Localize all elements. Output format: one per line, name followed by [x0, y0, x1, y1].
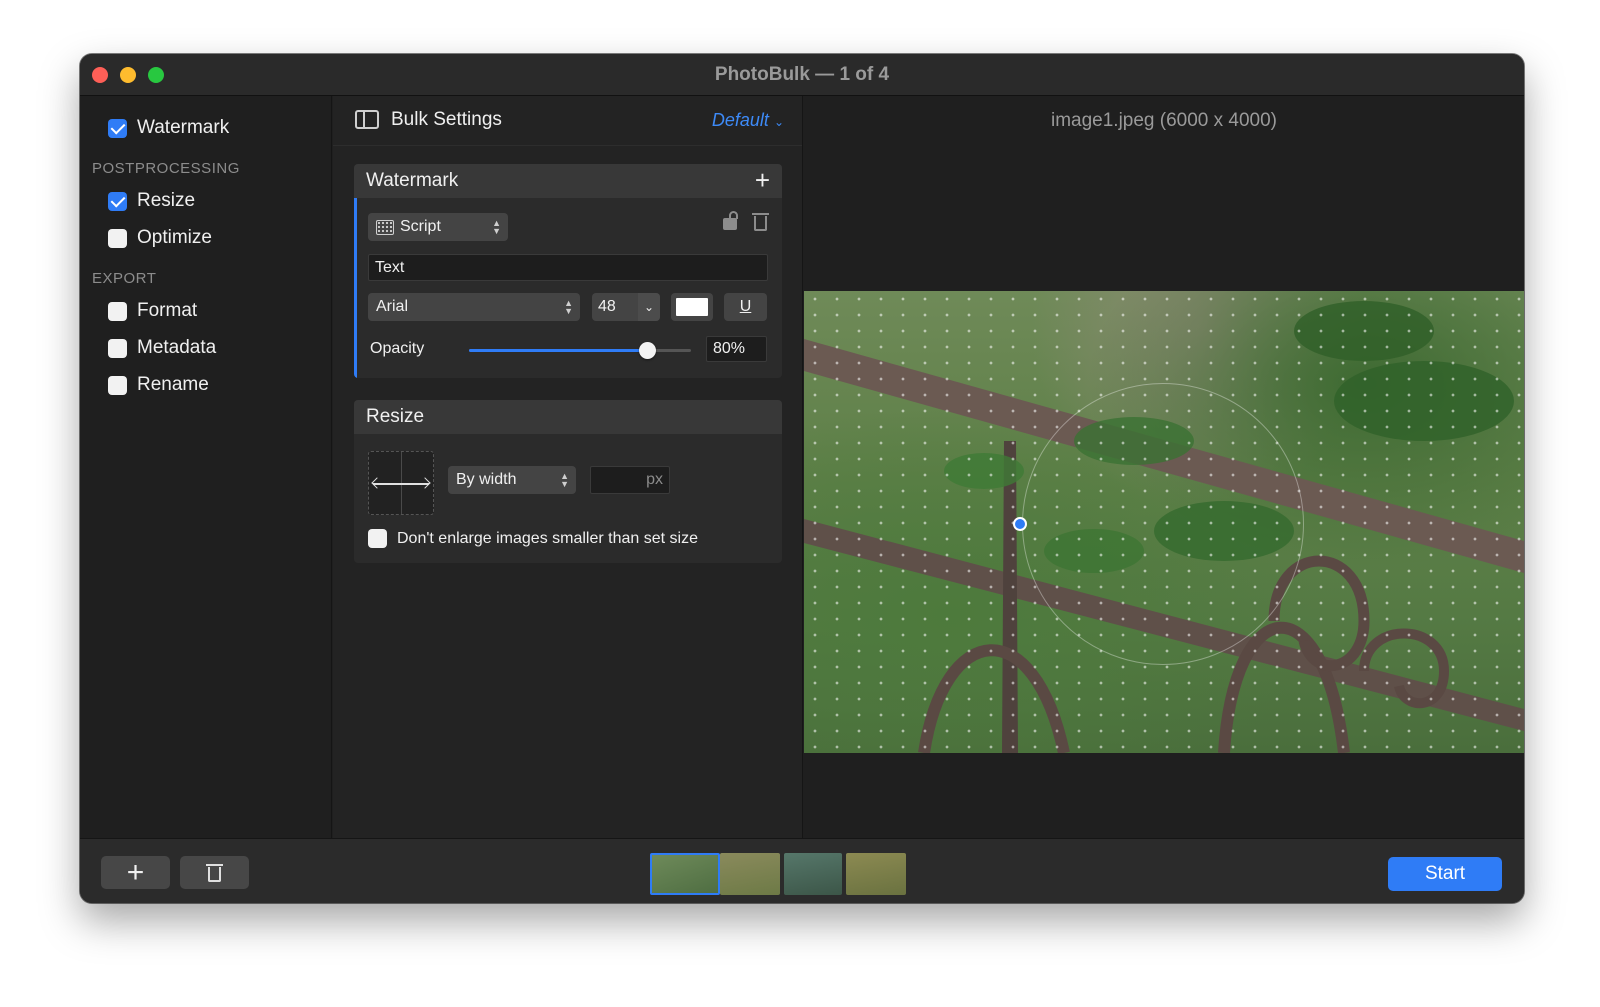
settings-title: Bulk Settings [391, 109, 502, 130]
remove-images-button[interactable] [180, 856, 249, 889]
format-checkbox[interactable] [108, 301, 127, 321]
opacity-value-field[interactable]: 80% [706, 336, 767, 362]
watermark-card-title: Watermark [366, 170, 459, 191]
watermark-position-handle[interactable] [1013, 517, 1027, 531]
chevron-down-icon: ⌄ [773, 115, 784, 129]
watermark-card: Watermark + Script ▲ ▼ Text Arial ▲ ▼ 48… [354, 164, 782, 378]
sidebar-item-metadata[interactable]: Metadata [108, 335, 216, 361]
no-enlarge-option[interactable]: Don't enlarge images smaller than set si… [368, 529, 698, 548]
underline-label: U [739, 298, 752, 315]
sidebar-item-label: Watermark [137, 117, 230, 138]
no-enlarge-label: Don't enlarge images smaller than set si… [397, 529, 698, 547]
preview-filename: image1.jpeg (6000 x 4000) [1050, 110, 1278, 131]
updown-arrows-icon: ▲ ▼ [560, 471, 569, 489]
add-images-button[interactable]: + [101, 856, 170, 889]
opacity-value: 80% [713, 340, 746, 357]
font-size-value: 48 [598, 298, 616, 315]
sidebar-toggle-icon[interactable] [355, 110, 379, 129]
sidebar: Watermark POSTPROCESSING Resize Optimize… [80, 96, 332, 838]
opacity-slider-knob[interactable] [638, 342, 656, 359]
optimize-checkbox[interactable] [108, 228, 127, 248]
updown-arrows-icon: ▲ ▼ [564, 298, 573, 316]
thumbnail-4[interactable] [846, 853, 906, 895]
bottom-toolbar: + Start [80, 838, 1524, 903]
sidebar-item-label: Metadata [137, 337, 217, 358]
sidebar-item-rename[interactable]: Rename [108, 372, 209, 398]
thumbnail-3[interactable] [784, 853, 842, 895]
script-icon [376, 219, 394, 235]
resize-mode-label: By width [456, 471, 517, 488]
sidebar-item-optimize[interactable]: Optimize [108, 225, 212, 251]
font-select[interactable]: Arial ▲ ▼ [368, 293, 580, 321]
trash-icon[interactable] [752, 213, 769, 231]
add-watermark-button[interactable]: + [755, 167, 770, 193]
start-button[interactable]: Start [1388, 857, 1502, 891]
opacity-slider-fill [469, 349, 647, 352]
resize-card-header: Resize [354, 400, 782, 434]
sidebar-item-label: Resize [137, 190, 196, 211]
opacity-slider[interactable] [469, 342, 691, 359]
trash-icon [206, 864, 223, 882]
color-swatch [676, 298, 708, 316]
watermark-type-select[interactable]: Script ▲ ▼ [368, 213, 508, 241]
thumbnail-2[interactable] [720, 853, 780, 895]
thumbnail-1[interactable] [650, 853, 720, 895]
watermark-text-input[interactable]: Text [368, 254, 768, 281]
font-size-combo[interactable]: 48 ⌄ [592, 293, 660, 321]
settings-header: Bulk Settings Default ⌄ [333, 96, 802, 146]
resize-mode-select[interactable]: By width ▲ ▼ [448, 466, 576, 494]
watermark-type-label: Script [400, 218, 441, 235]
sidebar-item-format[interactable]: Format [108, 298, 197, 324]
section-title-export: EXPORT [92, 270, 157, 287]
rename-checkbox[interactable] [108, 375, 127, 395]
sidebar-item-label: Rename [137, 374, 209, 395]
watermark-layer: Script ▲ ▼ Text Arial ▲ ▼ 48 ⌄ U Opacity… [354, 198, 782, 378]
watermark-text-value: Text [375, 258, 405, 276]
lock-icon[interactable] [723, 211, 738, 230]
resize-width-icon [368, 451, 434, 515]
no-enlarge-checkbox[interactable] [368, 529, 387, 548]
metadata-checkbox[interactable] [108, 338, 127, 358]
color-well[interactable] [671, 293, 713, 321]
start-label: Start [1424, 863, 1466, 884]
resize-unit: px [646, 471, 663, 488]
window-title: PhotoBulk — 1 of 4 [714, 64, 890, 85]
sidebar-item-watermark[interactable]: Watermark [108, 115, 229, 141]
watermark-area-circle [1022, 383, 1304, 665]
title-bar: PhotoBulk — 1 of 4 [80, 54, 1524, 96]
updown-arrows-icon: ▲ ▼ [492, 218, 501, 236]
sidebar-item-label: Format [137, 300, 198, 321]
preview-area: image1.jpeg (6000 x 4000) [804, 96, 1524, 838]
font-label: Arial [376, 298, 409, 315]
watermark-card-header: Watermark + [354, 164, 782, 198]
opacity-label: Opacity [370, 340, 425, 357]
resize-checkbox[interactable] [108, 191, 127, 211]
section-title-postprocessing: POSTPROCESSING [92, 160, 240, 177]
resize-width-input[interactable]: px [590, 466, 670, 494]
plus-icon: + [126, 855, 145, 889]
app-window: PhotoBulk — 1 of 4 Watermark POSTPROCESS… [80, 54, 1524, 903]
bulk-settings-panel: Bulk Settings Default ⌄ Watermark + Scri… [333, 96, 803, 838]
sidebar-item-resize[interactable]: Resize [108, 188, 195, 214]
chevron-down-icon[interactable]: ⌄ [638, 293, 660, 321]
preview-image[interactable] [804, 291, 1524, 753]
watermark-checkbox[interactable] [108, 118, 127, 138]
resize-card: Resize By width ▲ ▼ px Don't enlarge imag… [354, 400, 782, 563]
preset-label: Default [711, 110, 769, 130]
underline-button[interactable]: U [724, 293, 767, 321]
resize-card-title: Resize [366, 406, 425, 427]
sidebar-item-label: Optimize [137, 227, 212, 248]
preset-dropdown[interactable]: Default ⌄ [712, 110, 784, 131]
